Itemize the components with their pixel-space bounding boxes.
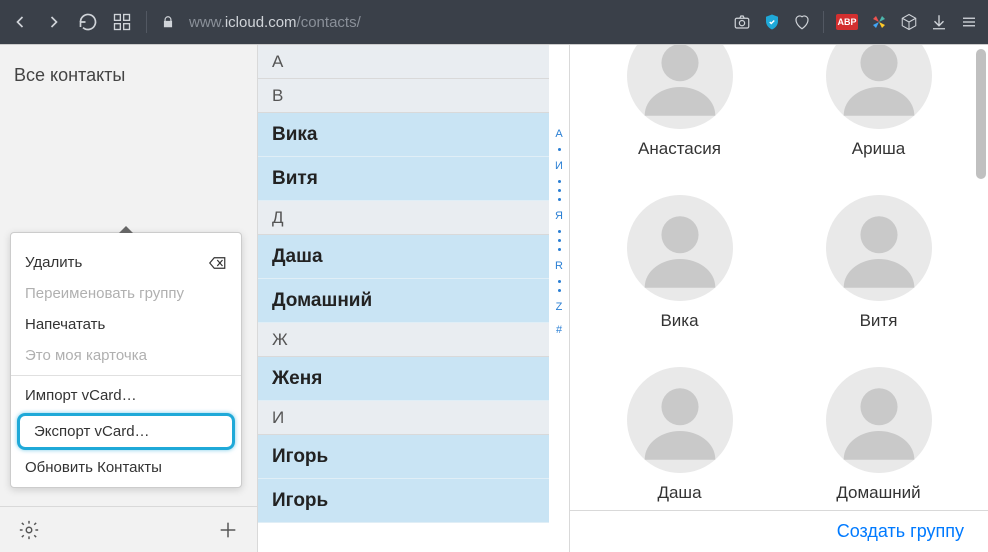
popup-item-label: Это моя карточка [25,347,147,364]
cards-scroll[interactable]: Анастасия Ариша Вика [570,45,988,510]
popup-item-label: Переименовать группу [25,285,184,302]
download-icon[interactable] [930,13,948,31]
popup-item-export-vcard[interactable]: Экспорт vCard… [17,413,235,450]
contact-row[interactable]: Женя [258,357,549,401]
cube-icon[interactable] [900,13,918,31]
main-area: Все контакты Удалить Переименовать групп… [0,44,988,552]
sidebar: Все контакты Удалить Переименовать групп… [0,45,258,552]
list-content[interactable]: А В Вика Витя Д Даша Домашний Ж Женя И И… [258,45,549,552]
url-prefix: www. [189,14,225,31]
heart-icon[interactable] [793,13,811,31]
avatar-placeholder-icon [826,195,932,301]
contact-row[interactable]: Игорь [258,435,549,479]
popup-item-rename-group: Переименовать группу [11,278,241,309]
contact-card[interactable]: Ариша [799,45,958,159]
cards-area: Анастасия Ариша Вика [570,45,988,552]
browser-bar: www.icloud.com/contacts/ ABP [0,0,988,44]
section-header: И [258,401,549,435]
contact-card[interactable]: Вика [600,159,759,331]
shield-icon[interactable] [763,13,781,31]
url-bar[interactable]: www.icloud.com/contacts/ [189,14,361,31]
avatar-placeholder-icon [627,45,733,129]
popup-item-delete[interactable]: Удалить [11,247,241,278]
gear-icon[interactable] [18,519,40,541]
popup-item-my-card: Это моя карточка [11,340,241,371]
pinwheel-icon[interactable] [870,13,888,31]
card-name: Домашний [836,483,920,503]
section-header: Ж [258,323,549,357]
contact-row[interactable]: Даша [258,235,549,279]
card-name: Анастасия [638,139,721,159]
card-name: Вика [660,311,698,331]
index-letter[interactable]: И [555,157,563,174]
avatar-placeholder-icon [826,367,932,473]
popup-item-import-vcard[interactable]: Импорт vCard… [11,380,241,411]
back-button[interactable] [10,12,30,32]
apps-grid-icon[interactable] [112,12,132,32]
add-icon[interactable] [217,519,239,541]
alpha-index[interactable]: А И Я R Z # [549,45,569,552]
url-path: /contacts/ [297,14,361,31]
contact-card[interactable]: Анастасия [600,45,759,159]
card-name: Даша [657,483,701,503]
index-letter[interactable]: Я [555,207,563,224]
backspace-icon [209,256,227,270]
avatar-placeholder-icon [627,195,733,301]
popup-item-label: Удалить [25,254,82,271]
popup-item-label: Импорт vCard… [25,387,137,404]
actions-popup: Удалить Переименовать группу Напечатать … [10,232,242,488]
section-header: В [258,79,549,113]
sidebar-title: Все контакты [0,45,257,106]
contact-row[interactable]: Вика [258,113,549,157]
index-letter[interactable]: А [555,125,562,142]
camera-icon[interactable] [733,13,751,31]
index-letter[interactable]: R [555,257,563,274]
toolbar-icons: ABP [733,11,978,33]
reload-button[interactable] [78,12,98,32]
card-name: Ариша [852,139,905,159]
lock-icon [161,15,175,29]
avatar-placeholder-icon [826,45,932,129]
contacts-list: А В Вика Витя Д Даша Домашний Ж Женя И И… [258,45,570,552]
contact-row[interactable]: Игорь [258,479,549,523]
create-group-link[interactable]: Создать группу [837,521,964,542]
contact-card[interactable]: Домашний [799,331,958,503]
contact-card[interactable]: Даша [600,331,759,503]
popup-item-print[interactable]: Напечатать [11,309,241,340]
sidebar-toolbar [0,506,257,552]
popup-arrow-icon [119,226,133,233]
scrollbar[interactable] [976,49,986,506]
avatar-placeholder-icon [627,367,733,473]
contact-card[interactable]: Витя [799,159,958,331]
section-header: А [258,45,549,79]
forward-button[interactable] [44,12,64,32]
contact-row[interactable]: Витя [258,157,549,201]
abp-badge[interactable]: ABP [836,14,858,30]
url-domain: icloud.com [225,14,297,31]
popup-item-refresh-contacts[interactable]: Обновить Контакты [11,452,241,483]
popup-item-label: Напечатать [25,316,105,333]
index-letter[interactable]: Z [556,298,563,315]
contact-row[interactable]: Домашний [258,279,549,323]
card-name: Витя [860,311,898,331]
scroll-thumb[interactable] [976,49,986,179]
popup-item-label: Экспорт vCard… [34,423,150,440]
index-letter[interactable]: # [556,321,562,338]
cards-footer: Создать группу [570,510,988,552]
menu-icon[interactable] [960,13,978,31]
section-header: Д [258,201,549,235]
popup-item-label: Обновить Контакты [25,459,162,476]
